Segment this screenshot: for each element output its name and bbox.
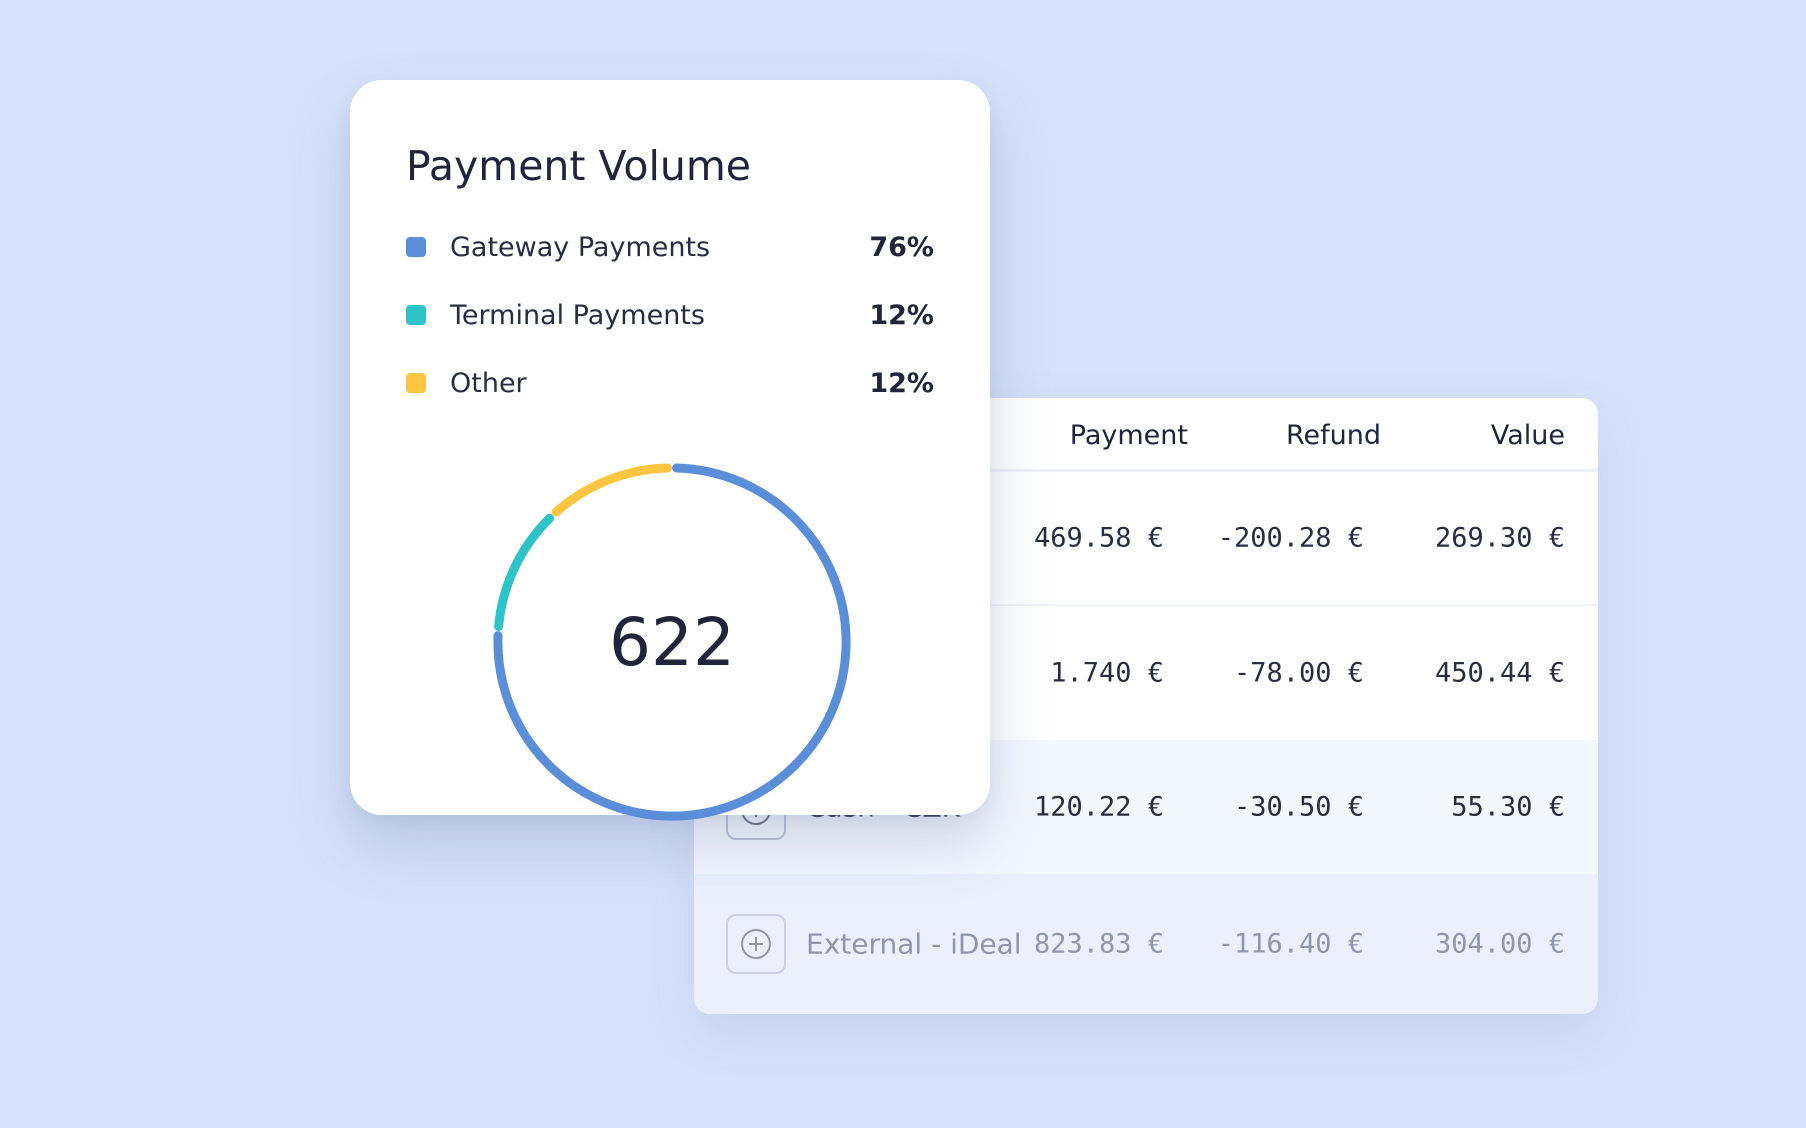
row-value: 304.00 € xyxy=(1434,928,1565,960)
plus-circle-icon xyxy=(741,929,771,959)
row-refund: -30.50 € xyxy=(1233,791,1364,823)
legend-swatch xyxy=(406,373,426,393)
row-refund: -200.28 € xyxy=(1217,522,1364,554)
expand-row-button[interactable] xyxy=(726,914,786,974)
legend-percentage: 76% xyxy=(869,232,934,263)
card-title: Payment Volume xyxy=(406,142,752,190)
row-value: 269.30 € xyxy=(1434,522,1565,554)
row-payment: 823.83 € xyxy=(1033,928,1164,960)
row-value: 55.30 € xyxy=(1451,791,1565,823)
legend-item-gateway-payments[interactable]: Gateway Payments 76% xyxy=(406,228,934,268)
row-payment: 469.58 € xyxy=(1033,522,1164,554)
row-payment: 1.740 € xyxy=(1050,657,1164,689)
payment-volume-card: Payment Volume Gateway Payments 76% Term… xyxy=(350,80,990,821)
legend-swatch xyxy=(406,237,426,257)
row-refund: -116.40 € xyxy=(1217,928,1364,960)
legend-item-other[interactable]: Other 12% xyxy=(406,364,934,404)
row-payment: 120.22 € xyxy=(1033,791,1164,823)
row-refund: -78.00 € xyxy=(1233,657,1364,689)
legend-percentage: 12% xyxy=(869,300,934,331)
column-header-refund[interactable]: Refund xyxy=(1286,420,1381,451)
donut-chart: 622 xyxy=(480,450,864,834)
row-name: External - iDeal xyxy=(806,927,1022,961)
donut-total: 622 xyxy=(609,603,735,681)
legend-label: Other xyxy=(450,368,527,399)
column-header-value[interactable]: Value xyxy=(1491,420,1565,451)
column-header-payment[interactable]: Payment xyxy=(1070,420,1188,451)
row-value: 450.44 € xyxy=(1434,657,1565,689)
table-row[interactable]: External - iDeal 823.83 € -116.40 € 304.… xyxy=(694,874,1598,1014)
legend-label: Terminal Payments xyxy=(450,300,705,331)
legend-swatch xyxy=(406,305,426,325)
legend-label: Gateway Payments xyxy=(450,232,711,263)
legend-item-terminal-payments[interactable]: Terminal Payments 12% xyxy=(406,296,934,336)
legend-percentage: 12% xyxy=(869,368,934,399)
